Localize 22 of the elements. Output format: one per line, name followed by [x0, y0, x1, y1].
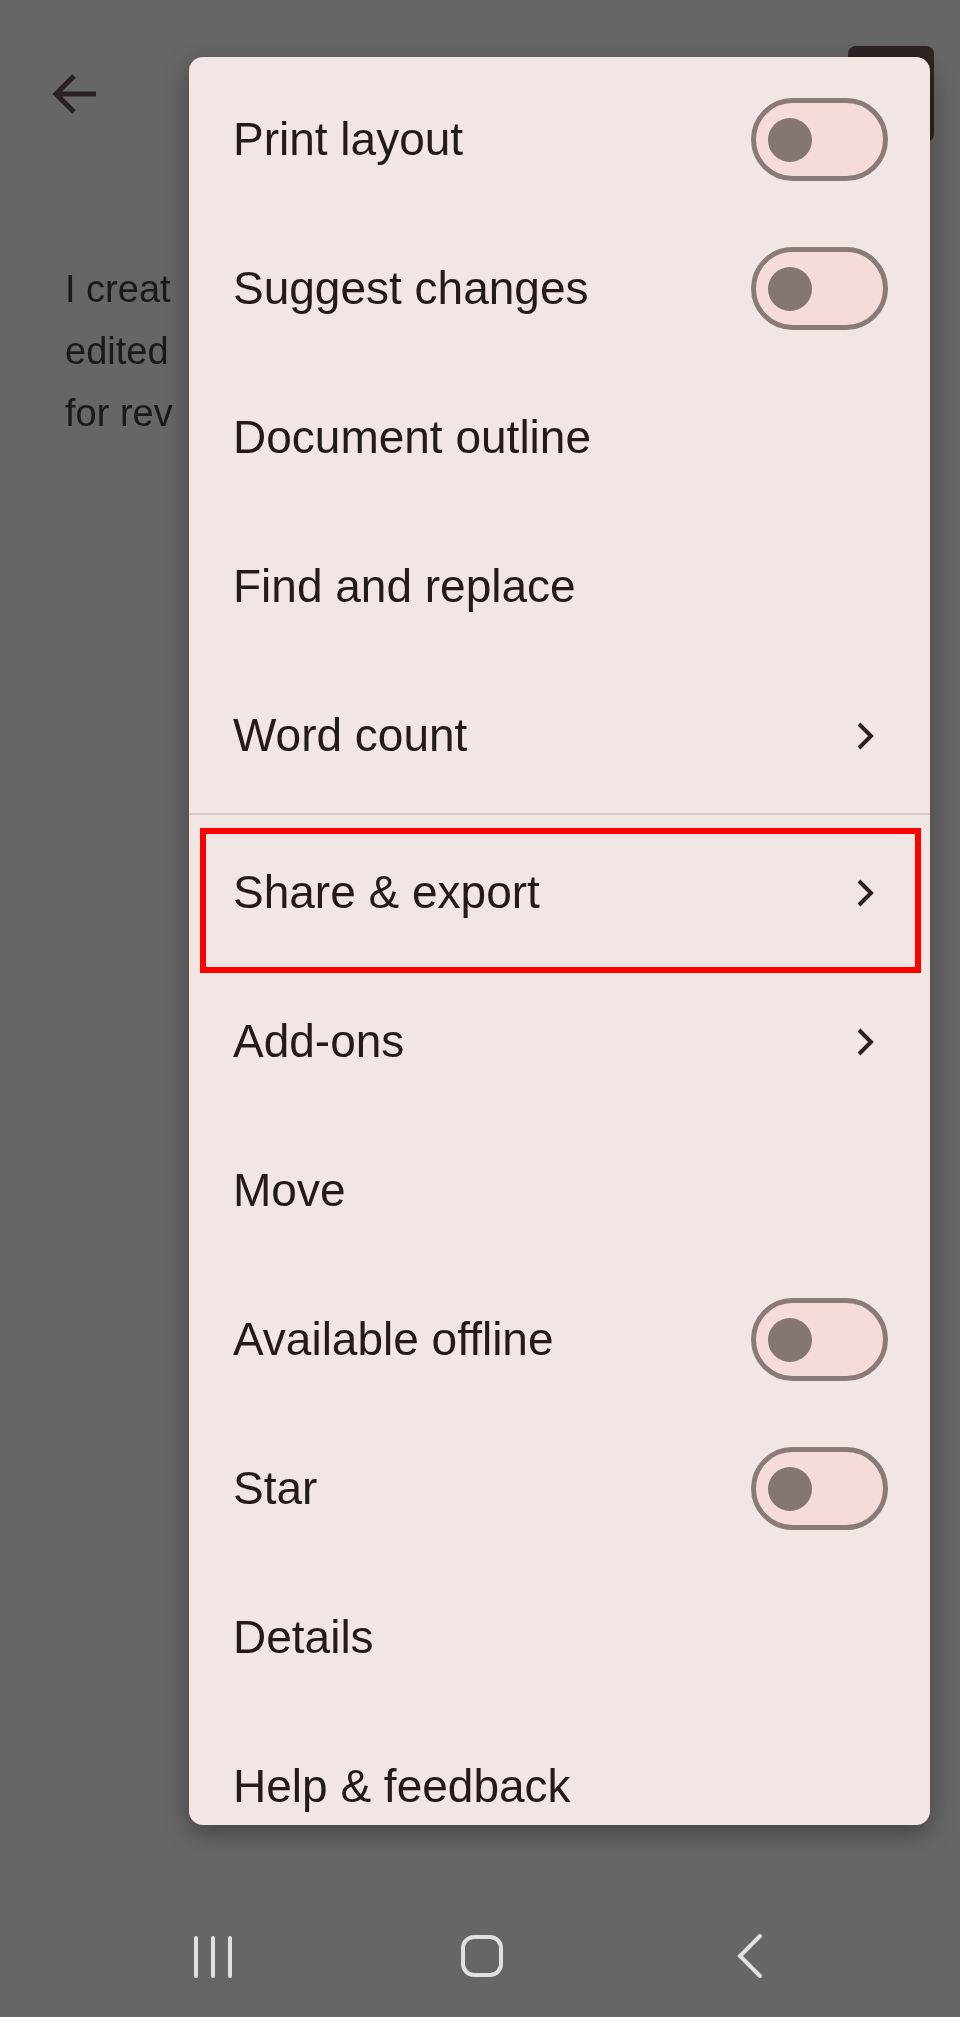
menu-item[interactable]: Move — [233, 1156, 888, 1225]
chevron-right-icon — [856, 720, 874, 751]
chevron-right-icon — [856, 877, 874, 908]
document-text: edited — [65, 330, 170, 372]
menu-item[interactable]: Add-ons — [233, 1007, 856, 1076]
document-text: I creat — [65, 268, 172, 310]
document-text: for rev — [65, 392, 173, 434]
menu-item[interactable]: Share & export — [233, 858, 856, 927]
menu-item[interactable]: Print layout — [233, 105, 751, 174]
home-icon[interactable] — [460, 1934, 504, 1978]
menu-item[interactable]: Word count — [233, 701, 856, 770]
chevron-right-icon — [856, 1026, 874, 1057]
menu-item[interactable]: Suggest changes — [233, 254, 751, 323]
menu-item[interactable]: Help & feedback — [233, 1752, 888, 1821]
back-arrow-icon[interactable] — [52, 72, 98, 116]
recents-icon[interactable] — [193, 1936, 233, 1978]
menu-item[interactable]: Document outline — [233, 403, 888, 472]
menu-item[interactable]: Details — [233, 1603, 888, 1672]
menu-item[interactable]: Available offline — [233, 1305, 751, 1374]
menu-item[interactable]: Star — [233, 1454, 751, 1523]
back-icon[interactable] — [736, 1933, 764, 1979]
menu-item[interactable]: Find and replace — [233, 552, 888, 621]
